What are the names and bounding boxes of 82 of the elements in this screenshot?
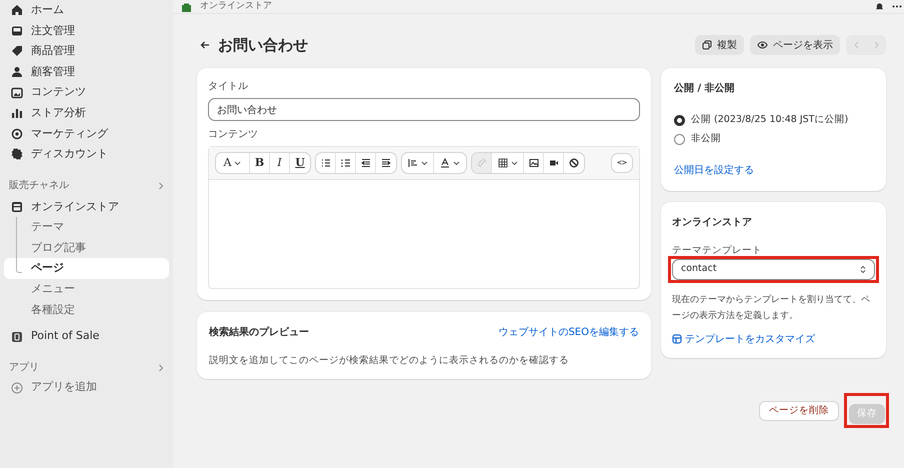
- chevron-right-icon: [158, 364, 164, 372]
- indent-icon: [381, 158, 391, 168]
- chevron-right-icon: [158, 182, 164, 190]
- page-title: お問い合わせ: [218, 34, 308, 56]
- video-camera-icon: [548, 158, 558, 168]
- discount-icon: [11, 148, 23, 160]
- nav-item[interactable]: マーケティング: [4, 124, 169, 144]
- customize-template-link[interactable]: テンプレートをカスタマイズ: [685, 332, 815, 347]
- nav-item[interactable]: 注文管理: [4, 20, 169, 42]
- template-help-text: 現在のテーマからテンプレートを割り当てて、ページの表示方法を定義します。: [672, 293, 871, 323]
- target-icon: [11, 128, 23, 140]
- numbered-list-icon: [340, 158, 350, 168]
- nav-item[interactable]: 商品管理: [4, 41, 169, 62]
- person-icon: [11, 66, 23, 78]
- sub-nav-item[interactable]: 各種設定: [4, 300, 169, 321]
- code-view-button[interactable]: <>: [611, 153, 633, 173]
- section-header[interactable]: 販売チャネル: [4, 176, 169, 196]
- image-icon: [528, 158, 538, 168]
- chevron-right-icon: [874, 41, 878, 49]
- field-label: テーマテンプレート: [672, 244, 763, 258]
- template-icon: [672, 334, 682, 344]
- align-left-icon: [408, 158, 418, 168]
- edit-seo-link[interactable]: ウェブサイトのSEOを編集する: [498, 325, 639, 340]
- visibility-radio[interactable]: 公開 (2023/8/25 10:48 JSTに公開): [674, 113, 873, 128]
- store-name: オンラインストア: [200, 2, 272, 11]
- plus-circle-icon: [11, 382, 23, 394]
- bold-button[interactable]: B: [250, 153, 270, 173]
- highlight-frame: [844, 392, 889, 428]
- delete-page-button[interactable]: ページを削除: [759, 401, 839, 422]
- bullet-list-icon: [320, 158, 330, 168]
- nav-item[interactable]: ストア分析: [4, 102, 169, 124]
- prohibited-icon: [569, 158, 579, 168]
- bar-chart-icon: [11, 107, 23, 120]
- duplicate-button[interactable]: 複製: [695, 35, 744, 55]
- view-page-button[interactable]: ページを表示: [750, 35, 840, 55]
- rich-text-editor[interactable]: A B I U <>: [208, 146, 640, 289]
- outdent-icon: [360, 158, 370, 168]
- caret-icon: [420, 160, 428, 166]
- field-label: コンテンツ: [208, 128, 259, 142]
- sub-nav-item[interactable]: メニュー: [4, 279, 169, 300]
- nav-item[interactable]: ホーム: [4, 0, 169, 21]
- caret-icon: [510, 160, 518, 166]
- card-title: 検索結果のプレビュー: [209, 325, 309, 340]
- store-icon: [11, 200, 23, 213]
- home-icon: [11, 4, 23, 16]
- caret-icon: [234, 160, 242, 166]
- add-app-item[interactable]: アプリを追加: [4, 378, 169, 398]
- card-title: オンラインストア: [672, 216, 753, 230]
- back-arrow-icon[interactable]: [200, 41, 210, 49]
- duplicate-icon: [702, 40, 712, 50]
- field-label: タイトル: [208, 80, 249, 94]
- nav-item[interactable]: ディスカウント: [4, 144, 169, 165]
- sub-nav-item[interactable]: ブログ記事: [4, 238, 169, 258]
- point-of-sale-icon: [11, 330, 23, 343]
- seo-description: 説明文を追加してこのページが検索結果でどのように表示されるのかを確認する: [209, 354, 570, 368]
- nav-item[interactable]: 顧客管理: [4, 62, 169, 82]
- image-icon: [11, 86, 23, 99]
- more-icon[interactable]: [892, 5, 902, 8]
- sub-nav-item[interactable]: テーマ: [4, 216, 169, 238]
- inbox-icon: [11, 24, 23, 37]
- font-style-button[interactable]: A: [216, 153, 250, 173]
- select-arrows-icon: [860, 264, 866, 274]
- channel-item[interactable]: オンラインストア: [4, 196, 169, 217]
- sub-nav-item[interactable]: ページ: [4, 258, 169, 280]
- tag-icon: [11, 45, 23, 58]
- nav-item[interactable]: コンテンツ: [4, 82, 169, 103]
- underline-button[interactable]: U: [290, 153, 310, 173]
- channel-item[interactable]: Point of Sale: [4, 326, 169, 347]
- italic-button[interactable]: I: [270, 153, 290, 173]
- chevron-left-icon: [854, 41, 858, 49]
- set-publish-date-link[interactable]: 公開日を設定する: [674, 162, 873, 178]
- section-header[interactable]: アプリ: [4, 358, 169, 378]
- link-icon: [476, 158, 486, 168]
- title-input[interactable]: お問い合わせ: [208, 98, 640, 121]
- table-icon: [498, 158, 508, 168]
- eye-icon: [757, 40, 768, 50]
- template-select[interactable]: contact: [672, 258, 875, 280]
- bell-icon[interactable]: [875, 2, 884, 11]
- caret-icon: [453, 160, 460, 166]
- text-color-icon: [440, 158, 450, 168]
- card-title: 公開 / 非公開: [674, 82, 736, 96]
- visibility-radio[interactable]: 非公開: [674, 132, 873, 146]
